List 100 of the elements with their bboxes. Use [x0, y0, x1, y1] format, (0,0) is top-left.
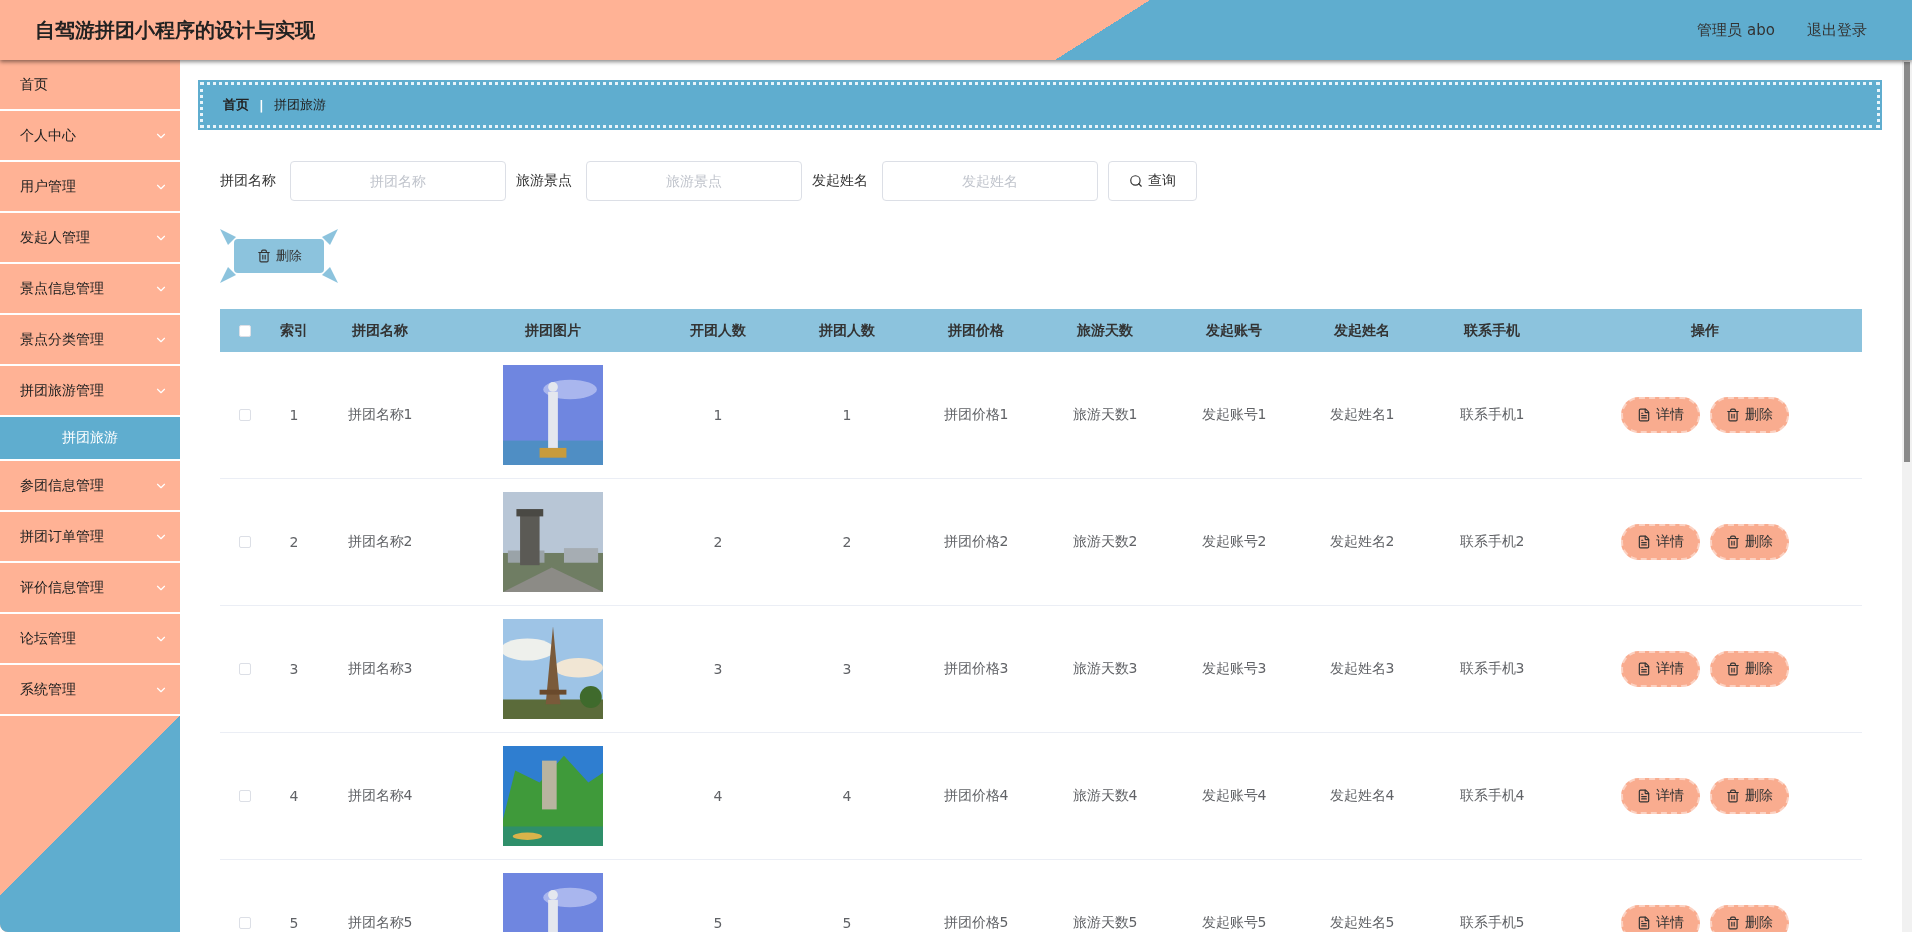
- delete-button[interactable]: 删除: [1710, 524, 1789, 560]
- table-cell-text: 拼团名称1: [346, 406, 414, 424]
- trash-icon: [1726, 916, 1740, 930]
- table-cell-text: 旅游天数2: [1071, 533, 1139, 551]
- user-name: 管理员 abo: [1697, 20, 1775, 40]
- search-field[interactable]: 发起姓名: [882, 161, 1098, 201]
- table-cell-text: 4: [712, 788, 724, 804]
- table-cell-text: 拼团名称2: [346, 533, 414, 551]
- sidebar-item[interactable]: 拼团订单管理: [0, 512, 180, 563]
- trash-icon: [1726, 789, 1740, 803]
- table-cell-text: 5: [712, 915, 724, 931]
- sidebar-item[interactable]: 评价信息管理: [0, 563, 180, 614]
- table-cell-text: 拼团名称3: [346, 660, 414, 678]
- table-cell-text: 1: [841, 407, 853, 423]
- row-checkbox[interactable]: [239, 790, 251, 802]
- search-icon: [1129, 174, 1143, 188]
- table-cell-text: 1: [712, 407, 724, 423]
- table-cell-text: 拼团价格5: [942, 914, 1010, 932]
- column-header: 操作: [1690, 321, 1720, 340]
- row-checkbox[interactable]: [239, 917, 251, 929]
- table-cell-text: 4: [288, 788, 300, 804]
- document-icon: [1637, 662, 1651, 676]
- column-header: 拼团名称: [351, 321, 409, 340]
- row-checkbox[interactable]: [239, 663, 251, 675]
- table-cell-text: 发起账号1: [1200, 406, 1268, 424]
- row-checkbox[interactable]: [239, 536, 251, 548]
- column-header: 发起账号: [1205, 321, 1263, 340]
- select-all-checkbox[interactable]: [239, 324, 251, 337]
- field-label: 旅游景点: [516, 172, 572, 190]
- breadcrumb-link[interactable]: 首页: [223, 96, 249, 114]
- document-icon: [1637, 789, 1651, 803]
- column-header: 开团人数: [689, 321, 747, 340]
- trash-icon: [1726, 535, 1740, 549]
- detail-button[interactable]: 详情: [1621, 651, 1700, 687]
- detail-button[interactable]: 详情: [1621, 524, 1700, 560]
- row-checkbox[interactable]: [239, 409, 251, 421]
- column-header: 拼团价格: [947, 321, 1005, 340]
- table-cell-text: 5: [288, 915, 300, 931]
- table-cell-text: 拼团价格4: [942, 787, 1010, 805]
- detail-button[interactable]: 详情: [1621, 778, 1700, 814]
- table-cell-text: 2: [841, 534, 853, 550]
- column-header: 联系手机: [1462, 321, 1521, 340]
- column-header: 旅游天数: [1076, 321, 1134, 340]
- app-title: 自驾游拼团小程序的设计与实现: [35, 16, 315, 44]
- column-header: 拼团图片: [524, 321, 582, 340]
- detail-button[interactable]: 详情: [1621, 397, 1700, 433]
- table-cell-text: 发起姓名4: [1328, 787, 1396, 805]
- table-cell-text: 发起账号3: [1200, 660, 1268, 678]
- table-cell-text: 5: [841, 915, 853, 931]
- search-field[interactable]: 拼团名称: [290, 161, 506, 201]
- logout-link[interactable]: 退出登录: [1807, 20, 1867, 40]
- trash-icon: [1726, 408, 1740, 422]
- sidebar-item[interactable]: 用户管理: [0, 162, 180, 213]
- column-header: 发起姓名: [1333, 321, 1391, 340]
- query-button[interactable]: 查询: [1108, 161, 1197, 201]
- table-cell-text: 拼团价格1: [942, 406, 1010, 424]
- detail-button[interactable]: 详情: [1621, 905, 1700, 932]
- delete-button[interactable]: 删除: [1710, 397, 1789, 433]
- sidebar-item[interactable]: 论坛管理: [0, 614, 180, 665]
- field-label: 发起姓名: [812, 172, 868, 190]
- table-cell-text: 发起账号4: [1200, 787, 1268, 805]
- document-icon: [1637, 916, 1651, 930]
- delete-button[interactable]: 删除: [1710, 778, 1789, 814]
- search-field[interactable]: 旅游景点: [586, 161, 802, 201]
- delete-button[interactable]: 删除: [1710, 905, 1789, 932]
- table-cell-text: 联系手机4: [1458, 787, 1526, 805]
- table-cell-text: 发起姓名2: [1328, 533, 1396, 551]
- table-cell-text: 联系手机2: [1458, 533, 1526, 551]
- table-cell-text: 发起姓名5: [1328, 914, 1396, 932]
- trash-icon: [1726, 662, 1740, 676]
- field-label: 拼团名称: [220, 172, 276, 190]
- table-cell-text: 发起账号5: [1200, 914, 1268, 932]
- table-cell-text: 拼团价格3: [942, 660, 1010, 678]
- table-cell-text: 拼团名称4: [346, 787, 414, 805]
- table-cell-text: 联系手机5: [1458, 914, 1526, 932]
- column-header: 索引: [279, 321, 309, 340]
- document-icon: [1637, 408, 1651, 422]
- table-cell-text: 旅游天数5: [1071, 914, 1139, 932]
- trash-icon: [256, 249, 271, 263]
- document-icon: [1637, 535, 1651, 549]
- delete-button[interactable]: 删除: [1710, 651, 1789, 687]
- table-cell-text: 发起姓名1: [1328, 406, 1396, 424]
- table-cell-text: 2: [288, 534, 300, 550]
- sidebar-item[interactable]: 个人中心: [0, 111, 180, 162]
- table-cell-text: 2: [712, 534, 724, 550]
- table-cell-text: 1: [288, 407, 300, 423]
- breadcrumb-link[interactable]: 拼团旅游: [273, 96, 326, 114]
- table-cell-text: 联系手机3: [1458, 660, 1526, 678]
- sidebar-item[interactable]: 参团信息管理: [0, 461, 180, 512]
- sidebar-item[interactable]: 发起人管理: [0, 213, 180, 264]
- scrollbar[interactable]: [1902, 60, 1912, 932]
- sidebar-item[interactable]: 景点信息管理: [0, 264, 180, 315]
- table-cell-text: 联系手机1: [1458, 406, 1526, 424]
- column-header: 拼团人数: [818, 321, 876, 340]
- sidebar-item[interactable]: 景点分类管理: [0, 315, 180, 366]
- table-cell-text: 旅游天数3: [1071, 660, 1139, 678]
- sidebar-item[interactable]: 首页: [0, 60, 180, 111]
- table-cell-text: 旅游天数4: [1071, 787, 1139, 805]
- table-cell-text: 发起账号2: [1200, 533, 1268, 551]
- delete-button[interactable]: 删除: [220, 229, 338, 283]
